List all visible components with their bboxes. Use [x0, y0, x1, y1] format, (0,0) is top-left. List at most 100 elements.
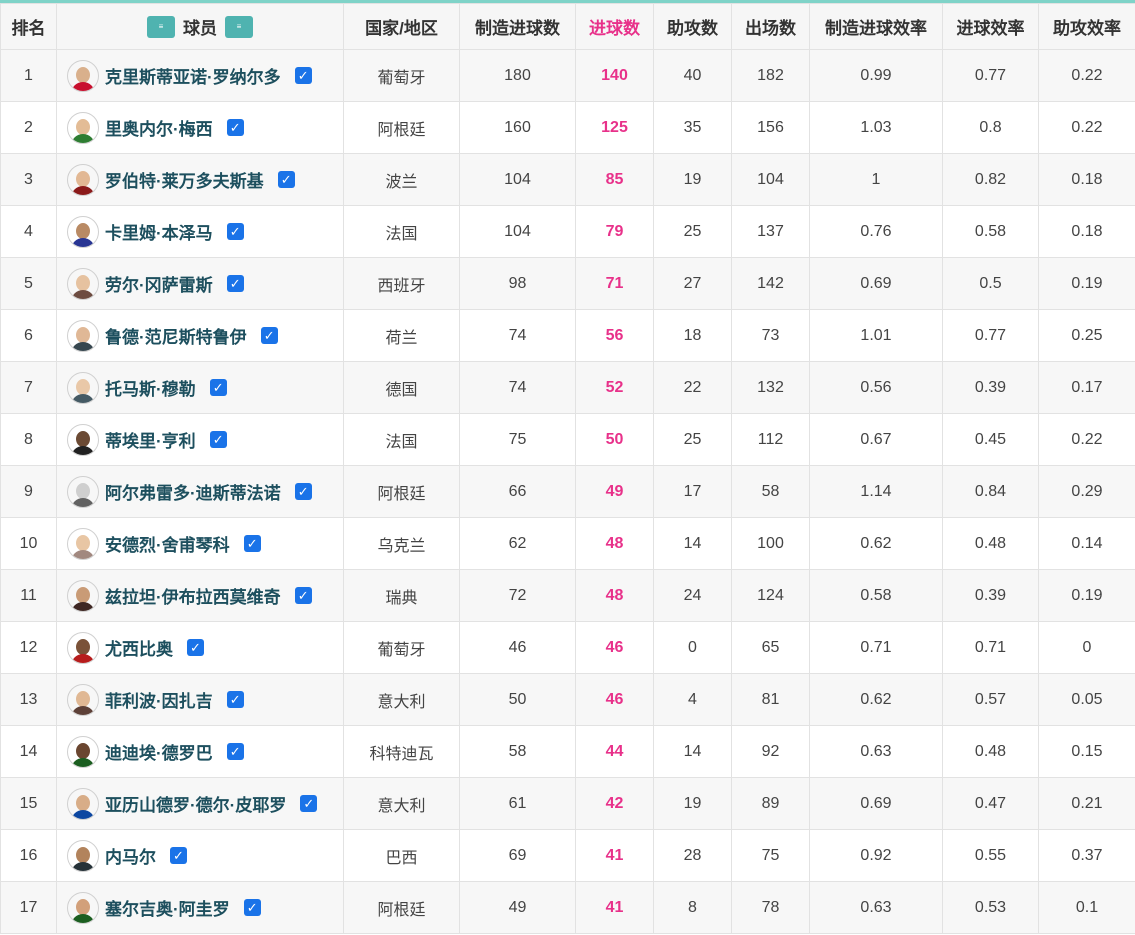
- player-avatar[interactable]: [67, 215, 99, 248]
- verified-checkbox-icon[interactable]: ✓: [226, 119, 244, 136]
- assists-cell: 28: [653, 829, 732, 882]
- player-avatar[interactable]: [67, 59, 99, 92]
- player-avatar[interactable]: [67, 839, 99, 872]
- header-country[interactable]: 国家/地区: [343, 3, 460, 50]
- table-row[interactable]: 8 蒂埃里·亨利 ✓ 法国 75 50 25 112 0.67 0.45 0.22: [0, 413, 1135, 466]
- apps-cell: 65: [731, 621, 810, 674]
- verified-checkbox-icon[interactable]: ✓: [226, 275, 244, 292]
- table-row[interactable]: 16 内马尔 ✓ 巴西 69 41 28 75 0.92 0.55 0.37: [0, 829, 1135, 882]
- verified-checkbox-icon[interactable]: ✓: [294, 587, 312, 604]
- table-row[interactable]: 2 里奥内尔·梅西 ✓ 阿根廷 160 125 35 156 1.03 0.8 0.22: [0, 101, 1135, 154]
- player-avatar[interactable]: [67, 579, 99, 612]
- player-name-link[interactable]: 菲利波·因扎吉: [105, 687, 213, 712]
- table-row[interactable]: 14 迪迪埃·德罗巴 ✓ 科特迪瓦 58 44 14 92 0.63 0.48 0.15: [0, 725, 1135, 778]
- header-rank[interactable]: 排名: [0, 3, 57, 50]
- table-row[interactable]: 6 鲁德·范尼斯特鲁伊 ✓ 荷兰 74 56 18 73 1.01 0.77 0.25: [0, 309, 1135, 362]
- verified-checkbox-icon[interactable]: ✓: [226, 223, 244, 240]
- verified-checkbox-icon[interactable]: ✓: [243, 535, 261, 552]
- header-created[interactable]: 制造进球数: [459, 3, 576, 50]
- goals-cell: 140: [575, 49, 654, 102]
- player-avatar[interactable]: [67, 163, 99, 196]
- apps-cell: 78: [731, 881, 810, 934]
- header-assists[interactable]: 助攻数: [653, 3, 732, 50]
- player-name-link[interactable]: 里奥内尔·梅西: [105, 115, 213, 140]
- table-row[interactable]: 11 兹拉坦·伊布拉西莫维奇 ✓ 瑞典 72 48 24 124 0.58 0.39 0.19: [0, 569, 1135, 622]
- verified-checkbox-icon[interactable]: ✓: [260, 327, 278, 344]
- player-avatar[interactable]: [67, 527, 99, 560]
- verified-checkbox-icon[interactable]: ✓: [300, 795, 318, 812]
- player-name-link[interactable]: 阿尔弗雷多·迪斯蒂法诺: [105, 479, 281, 504]
- player-name-link[interactable]: 安德烈·舍甫琴科: [105, 531, 230, 556]
- header-assist-eff[interactable]: 助攻效率: [1038, 3, 1135, 50]
- player-avatar[interactable]: [67, 735, 99, 768]
- verified-checkbox-icon[interactable]: ✓: [226, 743, 244, 760]
- assist-eff-cell: 0.18: [1038, 205, 1135, 258]
- player-avatar[interactable]: [67, 787, 99, 820]
- player-name-link[interactable]: 塞尔吉奥·阿圭罗: [105, 895, 230, 920]
- header-player[interactable]: ≡ 球员 ≡: [56, 3, 344, 50]
- table-row[interactable]: 1 克里斯蒂亚诺·罗纳尔多 ✓ 葡萄牙 180 140 40 182 0.99 0.77 0.22: [0, 49, 1135, 102]
- verified-checkbox-icon[interactable]: ✓: [294, 483, 312, 500]
- created-eff-cell: 0.62: [809, 517, 943, 570]
- player-name-link[interactable]: 迪迪埃·德罗巴: [105, 739, 213, 764]
- player-name-link[interactable]: 兹拉坦·伊布拉西莫维奇: [105, 583, 281, 608]
- table-row[interactable]: 13 菲利波·因扎吉 ✓ 意大利 50 46 4 81 0.62 0.57 0.05: [0, 673, 1135, 726]
- table-row[interactable]: 3 罗伯特·莱万多夫斯基 ✓ 波兰 104 85 19 104 1 0.82 0.18: [0, 153, 1135, 206]
- apps-cell: 104: [731, 153, 810, 206]
- goal-eff-cell: 0.39: [942, 361, 1039, 414]
- player-name-link[interactable]: 亚历山德罗·德尔·皮耶罗: [105, 791, 286, 816]
- assists-cell: 8: [653, 881, 732, 934]
- verified-checkbox-icon[interactable]: ✓: [243, 899, 261, 916]
- rank-cell: 3: [0, 153, 57, 206]
- player-avatar[interactable]: [67, 319, 99, 352]
- table-row[interactable]: 5 劳尔·冈萨雷斯 ✓ 西班牙 98 71 27 142 0.69 0.5 0.19: [0, 257, 1135, 310]
- player-avatar[interactable]: [67, 371, 99, 404]
- verified-checkbox-icon[interactable]: ✓: [187, 639, 204, 656]
- table-row[interactable]: 9 阿尔弗雷多·迪斯蒂法诺 ✓ 阿根廷 66 49 17 58 1.14 0.84 0.29: [0, 465, 1135, 518]
- player-avatar[interactable]: [67, 423, 99, 456]
- created-eff-cell: 1.01: [809, 309, 943, 362]
- created-cell: 61: [459, 777, 576, 830]
- player-name-link[interactable]: 蒂埃里·亨利: [105, 427, 196, 452]
- player-cell: 里奥内尔·梅西 ✓: [56, 101, 344, 154]
- table-row[interactable]: 15 亚历山德罗·德尔·皮耶罗 ✓ 意大利 61 42 19 89 0.69 0.47 0.21: [0, 777, 1135, 830]
- header-goals[interactable]: 进球数: [575, 3, 654, 50]
- player-avatar[interactable]: [67, 683, 99, 716]
- verified-checkbox-icon[interactable]: ✓: [226, 691, 244, 708]
- verified-checkbox-icon[interactable]: ✓: [277, 171, 295, 188]
- table-row[interactable]: 12 尤西比奥 ✓ 葡萄牙 46 46 0 65 0.71 0.71 0: [0, 621, 1135, 674]
- rank-cell: 2: [0, 101, 57, 154]
- created-eff-cell: 1: [809, 153, 943, 206]
- rank-cell: 11: [0, 569, 57, 622]
- sort-right-icon[interactable]: ≡: [225, 15, 253, 38]
- verified-checkbox-icon[interactable]: ✓: [209, 379, 227, 396]
- created-eff-cell: 0.63: [809, 725, 943, 778]
- player-avatar[interactable]: [67, 111, 99, 144]
- verified-checkbox-icon[interactable]: ✓: [170, 847, 187, 864]
- verified-checkbox-icon[interactable]: ✓: [209, 431, 227, 448]
- player-avatar[interactable]: [67, 267, 99, 300]
- player-name-link[interactable]: 克里斯蒂亚诺·罗纳尔多: [105, 63, 281, 88]
- header-apps[interactable]: 出场数: [731, 3, 810, 50]
- player-avatar[interactable]: [67, 891, 99, 924]
- player-name-link[interactable]: 罗伯特·莱万多夫斯基: [105, 167, 264, 192]
- player-name-link[interactable]: 卡里姆·本泽马: [105, 219, 213, 244]
- player-name-link[interactable]: 劳尔·冈萨雷斯: [105, 271, 213, 296]
- table-row[interactable]: 7 托马斯·穆勒 ✓ 德国 74 52 22 132 0.56 0.39 0.17: [0, 361, 1135, 414]
- verified-checkbox-icon[interactable]: ✓: [294, 67, 312, 84]
- table-row[interactable]: 10 安德烈·舍甫琴科 ✓ 乌克兰 62 48 14 100 0.62 0.48 0.14: [0, 517, 1135, 570]
- player-name-link[interactable]: 尤西比奥: [105, 635, 173, 660]
- header-goal-eff[interactable]: 进球效率: [942, 3, 1039, 50]
- table-row[interactable]: 17 塞尔吉奥·阿圭罗 ✓ 阿根廷 49 41 8 78 0.63 0.53 0.1: [0, 881, 1135, 934]
- player-name-link[interactable]: 内马尔: [105, 843, 156, 868]
- table-row[interactable]: 4 卡里姆·本泽马 ✓ 法国 104 79 25 137 0.76 0.58 0.18: [0, 205, 1135, 258]
- player-avatar[interactable]: [67, 631, 99, 664]
- player-name-link[interactable]: 托马斯·穆勒: [105, 375, 196, 400]
- player-name-link[interactable]: 鲁德·范尼斯特鲁伊: [105, 323, 247, 348]
- sort-left-icon[interactable]: ≡: [147, 15, 175, 38]
- header-created-eff[interactable]: 制造进球效率: [809, 3, 943, 50]
- player-avatar[interactable]: [67, 475, 99, 508]
- created-eff-cell: 0.69: [809, 257, 943, 310]
- goal-eff-cell: 0.8: [942, 101, 1039, 154]
- created-cell: 46: [459, 621, 576, 674]
